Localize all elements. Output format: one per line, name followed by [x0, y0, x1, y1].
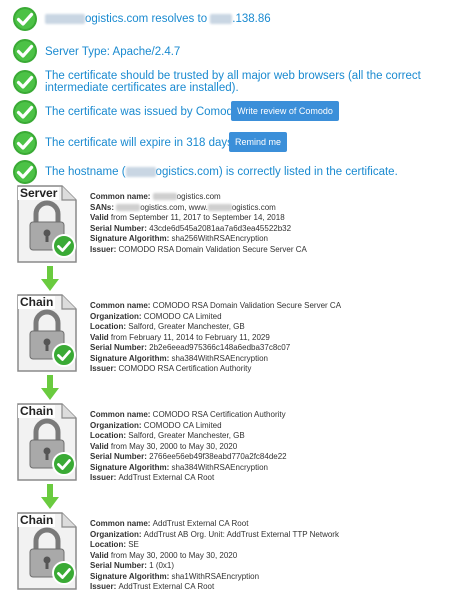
server-type-text: Server Type: Apache/2.4.7 — [45, 46, 181, 58]
hostname-text: The hostname (ogistics.com) is correctly… — [45, 166, 398, 178]
cert-block-chain-3: Chain Common name: AddTrust External CA … — [12, 511, 474, 606]
cert-block-chain-1: Chain Common name: COMODO RSA Domain Val… — [12, 293, 474, 388]
status-row-issued-by: The certificate was issued by Comodo. Wr… — [12, 99, 474, 125]
issued-by-text: The certificate was issued by Comodo. — [45, 106, 243, 118]
cert-line: Common name: COMODO RSA Certification Au… — [90, 410, 286, 419]
cert-line: Issuer: COMODO RSA Certification Authori… — [90, 364, 252, 373]
cert-label: Chain — [18, 404, 56, 418]
redacted-domain — [116, 203, 141, 211]
check-icon — [13, 39, 37, 63]
write-review-button[interactable]: Write review of Comodo — [231, 101, 339, 121]
redacted-domain — [152, 193, 177, 201]
cert-line: Valid from February 11, 2014 to February… — [90, 332, 270, 342]
cert-line: Issuer: COMODO RSA Domain Validation Sec… — [90, 244, 307, 254]
cert-line: Serial Number: 2766ee56eb49f38eabd770a2f… — [90, 452, 287, 461]
remind-me-button[interactable]: Remind me — [229, 132, 287, 152]
cert-line: Serial Number: 43cde6d545a2081aa7a6d3ea4… — [90, 223, 292, 233]
cert-line: Organization: AddTrust AB Org. Unit: Add… — [90, 529, 339, 539]
cert-line: Issuer: AddTrust External CA Root — [90, 582, 215, 591]
down-arrow-icon — [41, 375, 59, 400]
redacted-domain — [125, 166, 156, 177]
cert-label: Chain — [18, 513, 56, 527]
cert-line: Issuer: AddTrust External CA Root — [90, 473, 215, 482]
check-icon — [13, 100, 37, 124]
cert-line: Signature Algorithm: sha384WithRSAEncryp… — [90, 462, 268, 472]
cert-line: Location: Salford, Greater Manchester, G… — [90, 431, 245, 440]
cert-block-server: Server Common name: ogistics.com SANs: o… — [12, 184, 474, 279]
cert-line: Location: SE — [90, 540, 139, 549]
cert-line: Common name: ogistics.com — [90, 192, 221, 201]
cert-line: Common name: AddTrust External CA Root — [90, 519, 249, 528]
cert-line: Organization: COMODO CA Limited — [90, 311, 222, 321]
check-icon — [13, 160, 37, 184]
status-row-trusted: The certificate should be trusted by all… — [12, 69, 474, 99]
redacted-domain — [45, 13, 85, 24]
expire-text: The certificate will expire in 318 days. — [45, 137, 237, 149]
redacted-ip — [210, 13, 233, 24]
cert-line: Location: Salford, Greater Manchester, G… — [90, 322, 245, 331]
check-icon — [13, 131, 37, 155]
cert-line: Signature Algorithm: sha1WithRSAEncrypti… — [90, 571, 260, 581]
cert-line: Common name: COMODO RSA Domain Validatio… — [90, 301, 342, 310]
cert-line: Organization: COMODO CA Limited — [90, 420, 222, 430]
cert-line: Valid from May 30, 2000 to May 30, 2020 — [90, 550, 238, 560]
cert-details: Common name: AddTrust External CA Root O… — [90, 519, 339, 593]
check-icon — [13, 70, 37, 94]
down-arrow-icon — [41, 484, 59, 509]
cert-line: Valid from May 30, 2000 to May 30, 2020 — [90, 441, 238, 451]
cert-line: Valid from September 11, 2017 to Septemb… — [90, 213, 285, 222]
cert-details: Common name: ogistics.com SANs: ogistics… — [90, 192, 307, 255]
cert-label: Chain — [18, 295, 56, 309]
status-row-hostname: The hostname (ogistics.com) is correctly… — [12, 159, 474, 185]
cert-line: Signature Algorithm: sha384WithRSAEncryp… — [90, 353, 268, 363]
status-row-resolves: ogistics.com resolves to .138.86 — [12, 6, 474, 32]
cert-details: Common name: COMODO RSA Domain Validatio… — [90, 301, 341, 375]
cert-line: Serial Number: 1 (0x1) — [90, 561, 175, 570]
cert-label: Server — [18, 186, 60, 200]
trusted-text: The certificate should be trusted by all… — [45, 70, 421, 94]
check-icon — [13, 7, 37, 31]
redacted-domain — [207, 203, 232, 211]
cert-line: SANs: ogistics.com, www. ogistics.com — [90, 202, 276, 212]
cert-line: Serial Number: 2b2e6eead975366c148a6edba… — [90, 343, 291, 352]
cert-block-chain-2: Chain Common name: COMODO RSA Certificat… — [12, 402, 474, 497]
status-row-server-type: Server Type: Apache/2.4.7 — [12, 38, 474, 64]
status-row-expire: The certificate will expire in 318 days.… — [12, 130, 474, 156]
cert-line: Signature Algorithm: sha256WithRSAEncryp… — [90, 234, 268, 243]
resolves-text: ogistics.com resolves to .138.86 — [45, 12, 271, 26]
cert-details: Common name: COMODO RSA Certification Au… — [90, 410, 287, 484]
down-arrow-icon — [41, 266, 59, 291]
